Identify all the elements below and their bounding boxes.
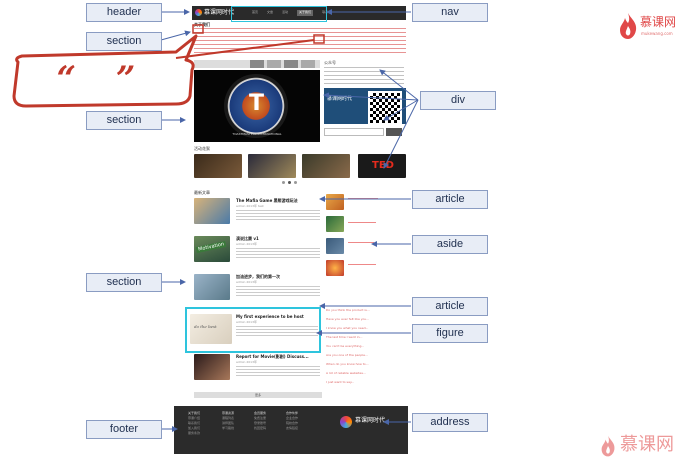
watermark-brand: 慕课网	[620, 434, 674, 455]
label-section-mid: section	[86, 111, 162, 130]
label-article-top: article	[412, 190, 488, 209]
watermark-url: mukewang.com	[641, 31, 673, 36]
callout-pointer-2	[175, 39, 315, 59]
arrow-div-2	[323, 92, 419, 101]
label-footer: footer	[86, 420, 162, 439]
watermark-top: 慕课网 mukewang.com	[618, 10, 684, 50]
label-section-top: section	[86, 32, 162, 51]
quote-target-box	[192, 24, 204, 34]
quote-target-box-2	[313, 34, 325, 44]
flame-logo-icon	[601, 435, 615, 457]
watermark-bottom: 慕课网	[600, 432, 686, 462]
label-aside: aside	[412, 235, 488, 254]
quote-callout-text: “ ”	[56, 59, 150, 99]
flame-logo-icon	[620, 13, 637, 39]
label-div: div	[420, 91, 496, 110]
arrow-section-top	[160, 30, 191, 41]
label-header: header	[86, 3, 162, 22]
label-article-bottom: article	[412, 297, 488, 316]
label-section-low: section	[86, 273, 162, 292]
label-figure: figure	[412, 324, 488, 343]
label-nav: nav	[412, 3, 488, 22]
watermark-brand: 慕课网	[640, 15, 677, 29]
arrow-div-1	[379, 69, 419, 101]
label-address: address	[412, 413, 488, 432]
